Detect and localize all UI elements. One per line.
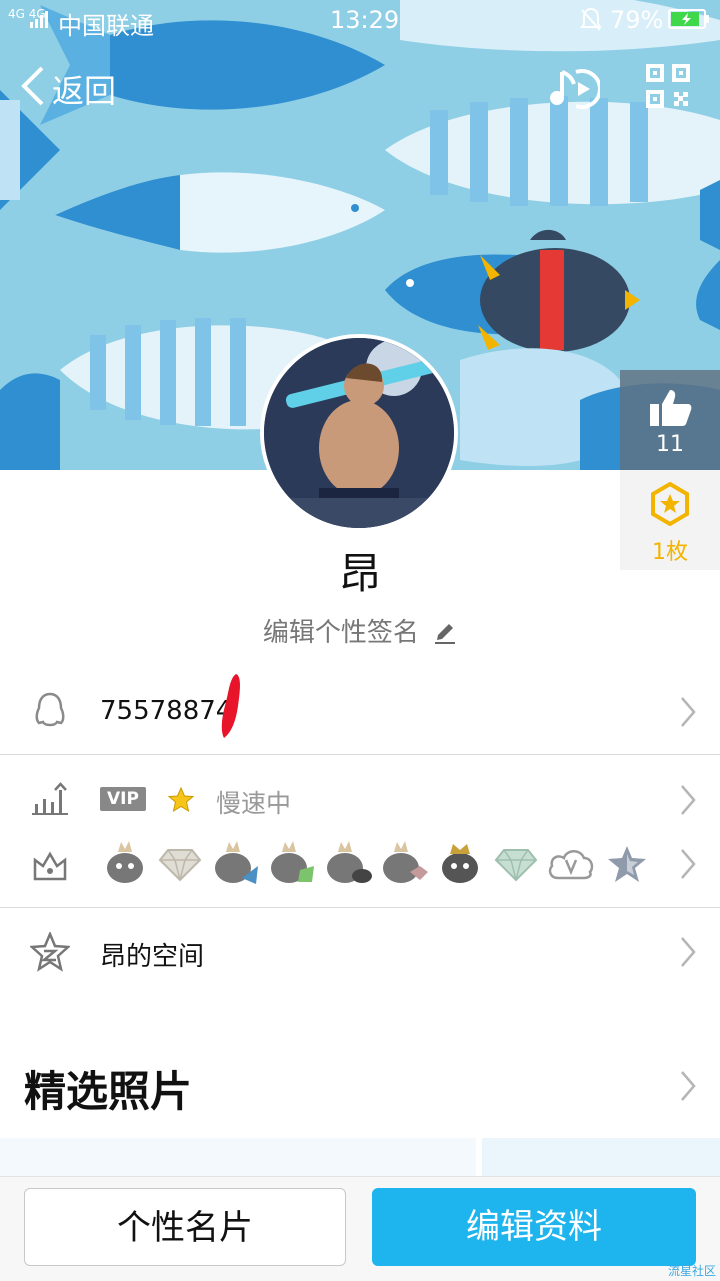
green-diamond-icon: [494, 849, 538, 882]
qq-king-icon: [442, 844, 478, 883]
signature-editor[interactable]: 编辑个性签名: [0, 612, 720, 649]
level-chart-icon: [32, 782, 68, 815]
profile-card-button[interactable]: 个性名片: [24, 1188, 346, 1266]
signal-icon: [30, 11, 48, 28]
privilege-icons-row[interactable]: [0, 838, 720, 906]
bell-muted-icon: [580, 7, 602, 31]
star-badge-icon: [651, 482, 689, 526]
star-level-icon: [167, 786, 195, 813]
like-count: 11: [656, 432, 684, 457]
qr-code-icon[interactable]: [646, 64, 690, 108]
qq-reading-icon: [383, 841, 428, 883]
qq-member-icon: [107, 841, 143, 883]
chevron-right-icon: [681, 849, 696, 879]
signature-placeholder: 编辑个性签名: [262, 618, 419, 648]
crown-icon: [33, 851, 67, 881]
clock: 13:29: [330, 6, 400, 34]
featured-photos-title[interactable]: 精选照片: [24, 1058, 192, 1119]
qq-number-row[interactable]: 75578874: [0, 670, 720, 754]
thumbs-up-icon: [650, 390, 692, 426]
featured-photo[interactable]: [0, 1138, 476, 1180]
divider: [0, 754, 720, 755]
chevron-right-icon: [681, 937, 696, 967]
cloud-v-icon: [548, 850, 594, 880]
redaction-mark: [221, 674, 240, 738]
qq-video-icon: [327, 841, 372, 883]
penguin-icon: [35, 692, 65, 727]
like-counter[interactable]: 11: [620, 370, 720, 470]
chevron-right-icon[interactable]: [678, 1070, 698, 1102]
edit-profile-button[interactable]: 编辑资料: [372, 1188, 696, 1266]
qzone-row[interactable]: 昂的空间: [0, 912, 720, 992]
back-button[interactable]: 返回: [18, 62, 128, 110]
diamond-icon: [158, 849, 202, 882]
battery-percent: 79%: [610, 6, 664, 34]
vip-badge: VIP: [100, 787, 146, 811]
watermark: 流星社区: [668, 1264, 717, 1278]
avatar[interactable]: [260, 334, 458, 532]
back-label: 返回: [52, 72, 117, 110]
qq-music-icon: [215, 841, 258, 884]
battery-icon: [668, 9, 709, 29]
nickname: 昂: [338, 549, 381, 598]
carrier-name: 中国联通: [58, 12, 154, 40]
qq-number: 75578874: [100, 696, 233, 726]
speed-status: 慢速中: [216, 789, 292, 818]
pencil-icon: [435, 624, 456, 644]
star-member-icon: [608, 846, 646, 882]
chevron-left-icon: [21, 66, 44, 106]
chevron-right-icon: [681, 785, 696, 815]
avatar-image: [264, 338, 454, 528]
divider: [0, 907, 720, 908]
chevron-right-icon: [681, 697, 696, 727]
level-row[interactable]: VIP 慢速中: [0, 760, 720, 838]
featured-photo[interactable]: [482, 1138, 720, 1180]
qzone-label: 昂的空间: [100, 942, 205, 972]
qq-game-icon: [271, 841, 314, 883]
music-note-play-icon[interactable]: [548, 64, 600, 110]
qzone-star-icon: [30, 932, 70, 972]
